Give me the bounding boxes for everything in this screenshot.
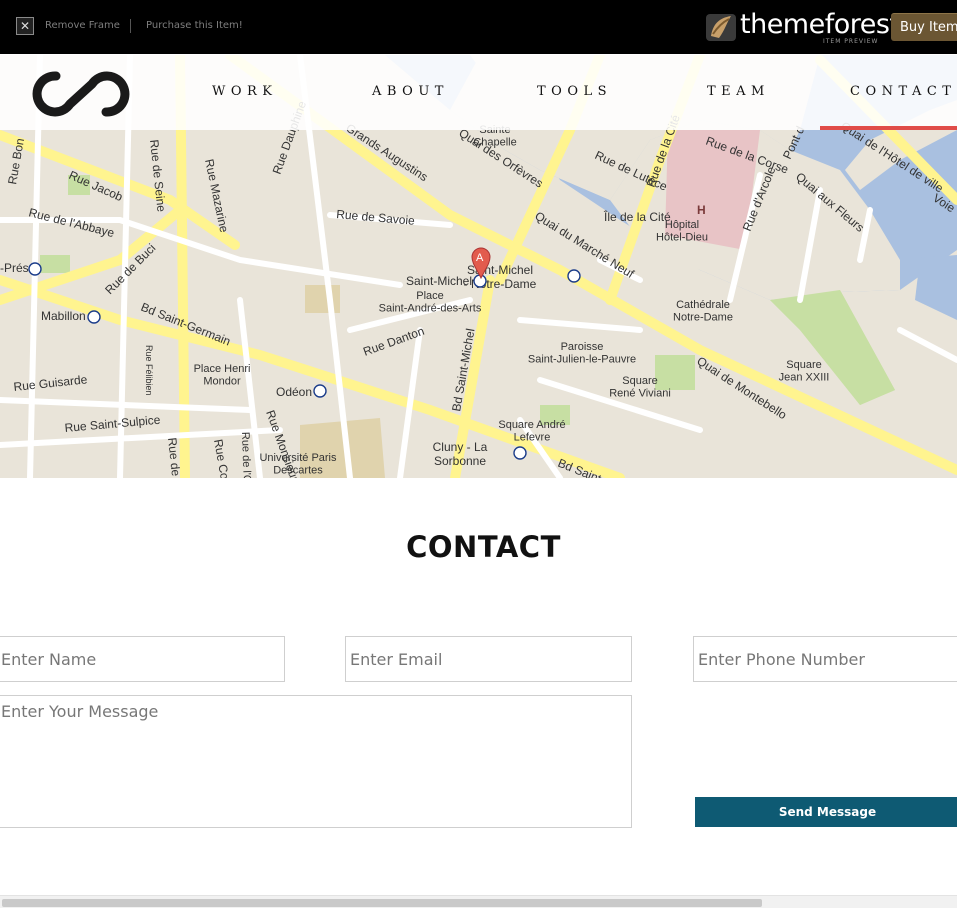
nav-work[interactable]: WORK xyxy=(212,84,278,99)
map-label: Rue de l'O xyxy=(239,432,253,478)
map-label: Mabillon xyxy=(41,309,86,323)
message-textarea[interactable] xyxy=(0,695,632,828)
section-title: CONTACT xyxy=(406,530,561,564)
send-message-button[interactable]: Send Message xyxy=(695,797,957,827)
main-nav xyxy=(0,55,957,130)
map-label: Saint-Michel - Notre-Dame xyxy=(464,263,537,291)
svg-text:A: A xyxy=(476,252,484,264)
nav-team[interactable]: TEAM xyxy=(707,84,770,99)
nav-active-indicator xyxy=(820,126,957,130)
nav-about[interactable]: ABOUT xyxy=(372,84,449,99)
email-input[interactable] xyxy=(345,636,632,682)
close-icon[interactable]: ✕ xyxy=(16,17,34,35)
map-label: Cathédrale Notre-Dame xyxy=(673,299,733,324)
map-label: Rue Félibien xyxy=(144,345,154,396)
nav-tools[interactable]: TOOLS xyxy=(537,84,612,99)
map-label: Île de la Cité xyxy=(603,209,671,224)
map-label: -Prés xyxy=(0,261,29,275)
remove-frame-link[interactable]: Remove Frame xyxy=(45,20,120,31)
divider xyxy=(130,19,131,33)
themeforest-logo-icon xyxy=(706,14,736,41)
map-label: Saint-Michel xyxy=(406,274,472,288)
name-input[interactable] xyxy=(0,636,285,682)
buy-item-button[interactable]: Buy Item xyxy=(891,13,957,41)
map-label: Cluny - La Sorbonne xyxy=(433,440,488,468)
svg-text:H: H xyxy=(697,203,706,217)
phone-input[interactable] xyxy=(693,636,957,682)
purchase-link[interactable]: Purchase this Item! xyxy=(146,20,243,31)
logo-icon[interactable] xyxy=(30,68,132,120)
themeforest-brand[interactable]: themeforest xyxy=(740,9,900,40)
item-preview-label: ITEM PREVIEW xyxy=(823,38,879,45)
nav-contact[interactable]: CONTACT xyxy=(850,84,956,99)
horizontal-scrollbar[interactable] xyxy=(0,895,957,908)
scrollbar-thumb[interactable] xyxy=(2,899,762,907)
map-label: Odéon xyxy=(276,385,312,399)
preview-bar: ✕ Remove Frame Purchase this Item! theme… xyxy=(0,0,957,54)
